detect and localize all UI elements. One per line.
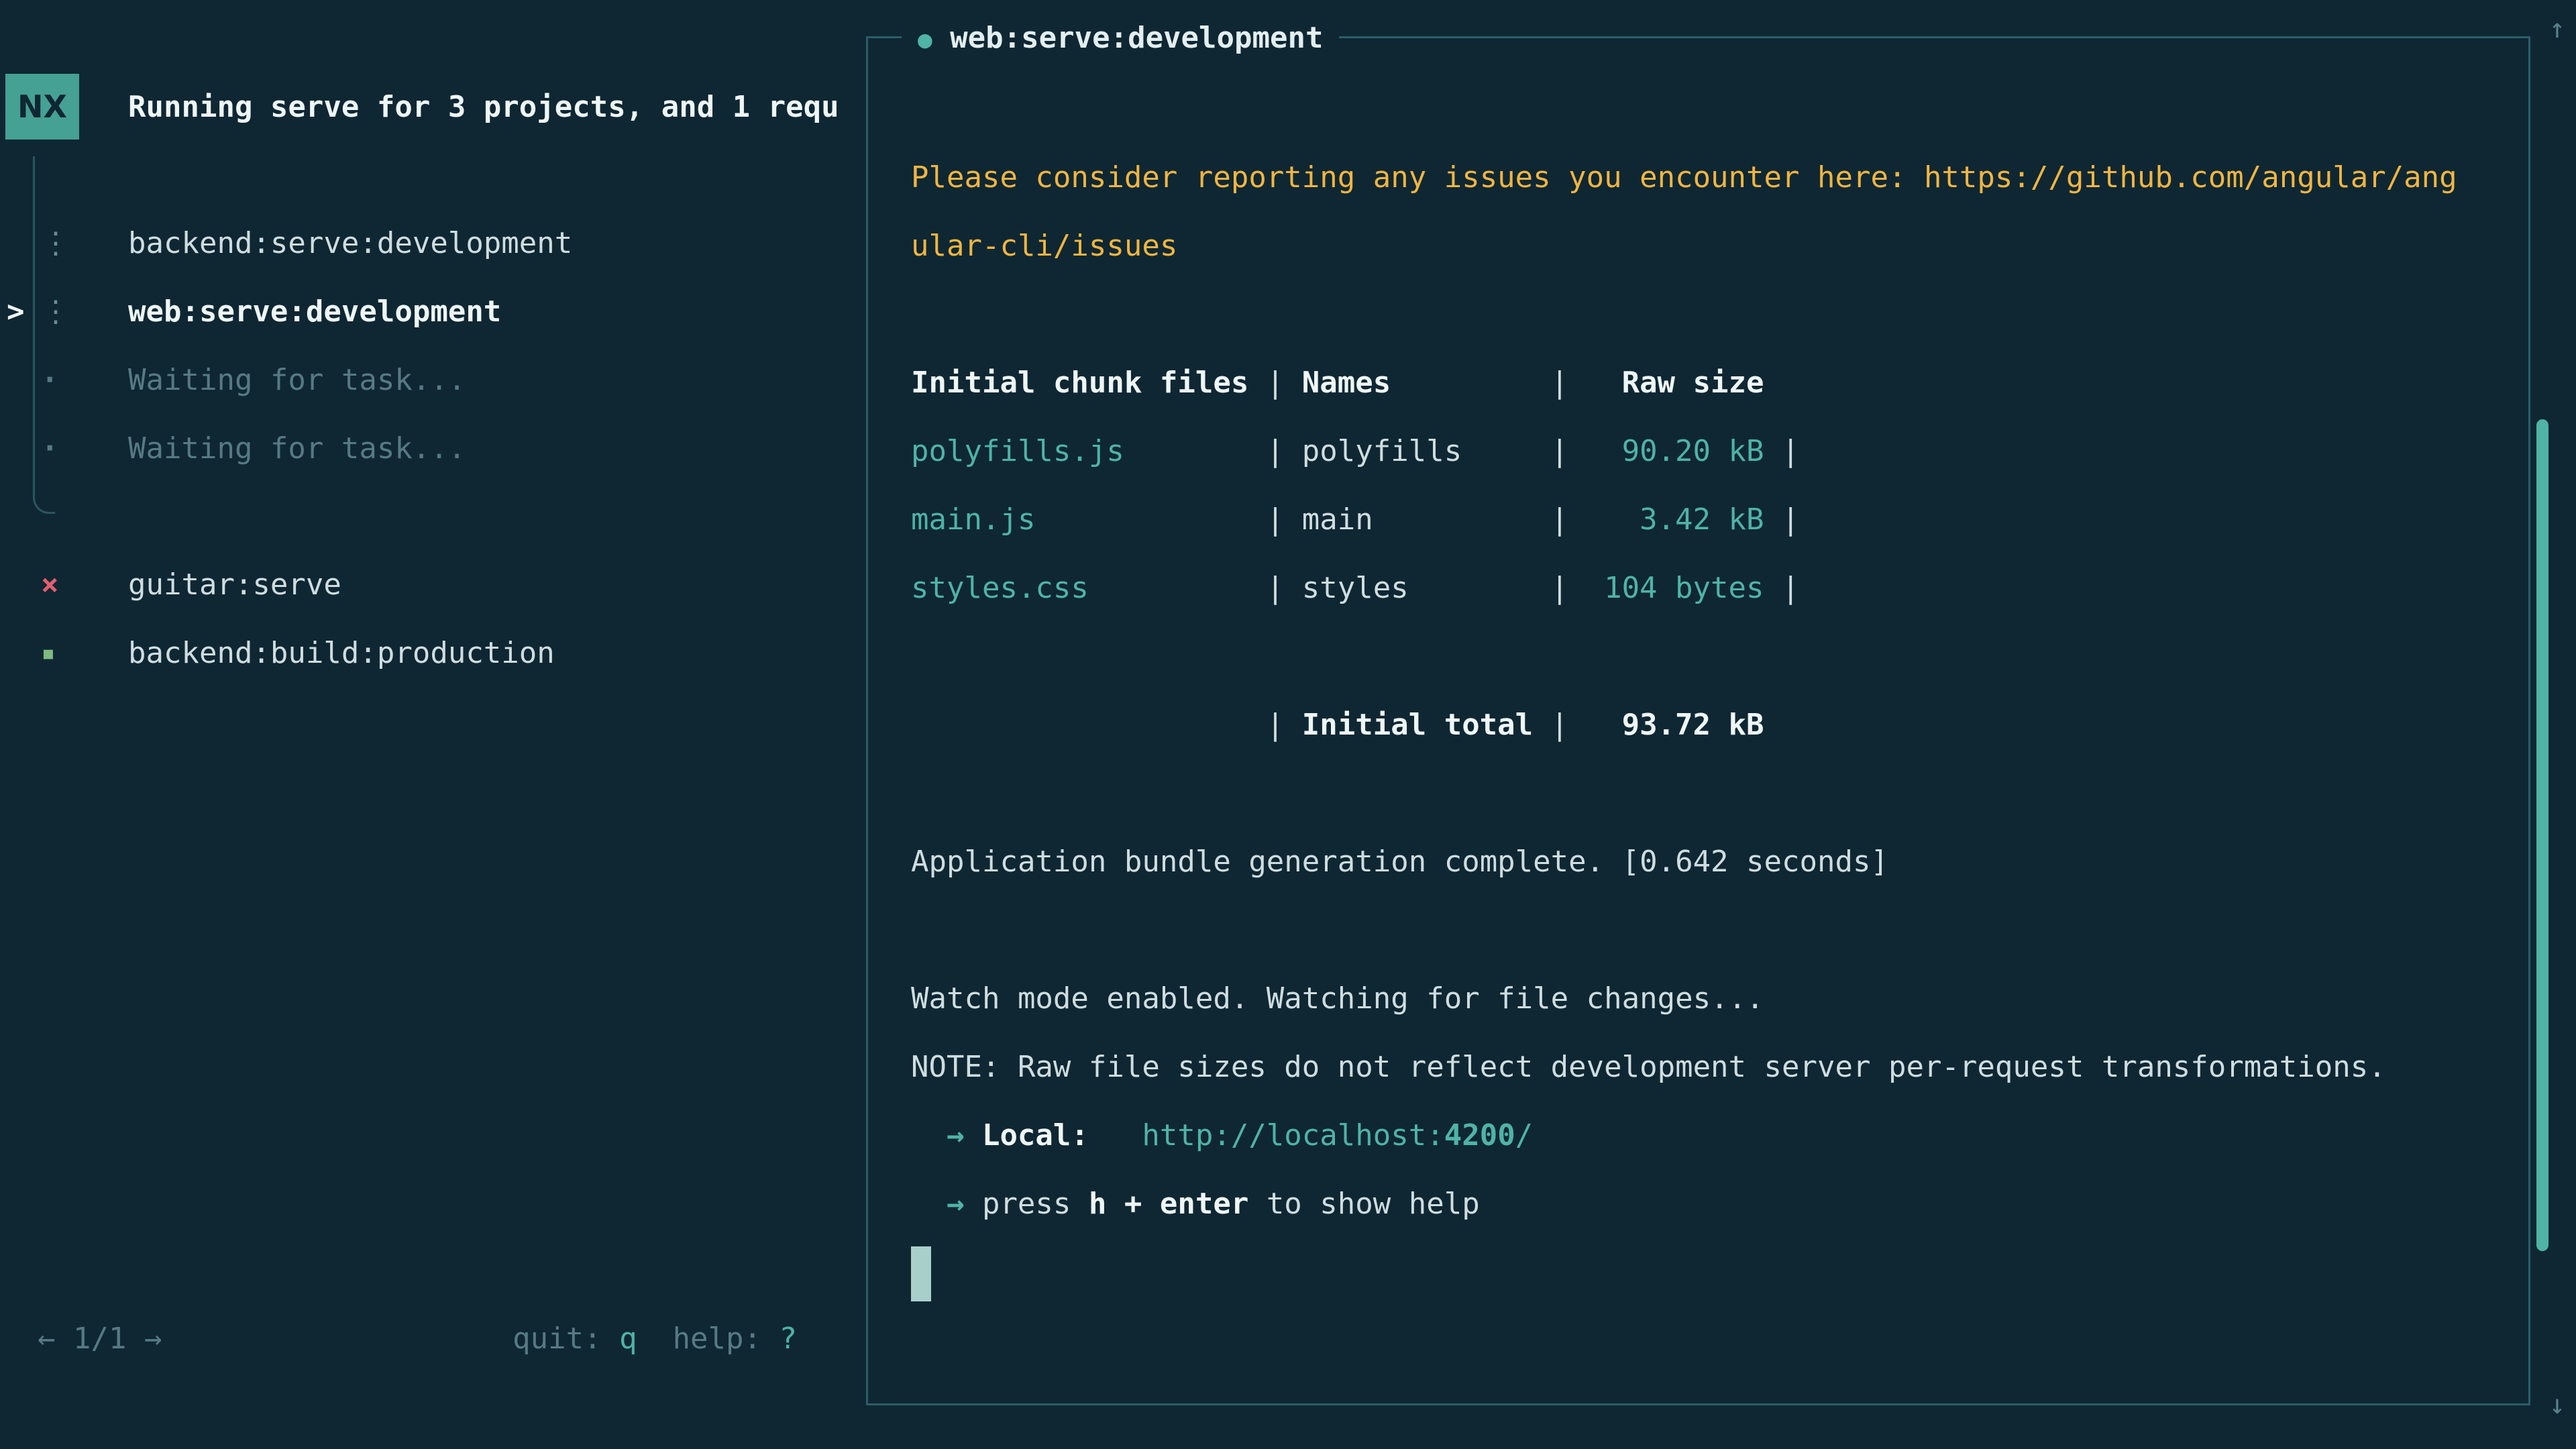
panel-title-text: web:serve:development bbox=[950, 21, 1323, 55]
arrow-right-icon: → bbox=[947, 1187, 965, 1221]
chunk-size: 90.20 kB bbox=[1587, 417, 1764, 486]
success-square-icon: ▪ bbox=[41, 619, 56, 688]
table-pipe: | bbox=[1248, 349, 1301, 417]
task-row-web-serve-development[interactable]: >⋮ web:serve:development bbox=[0, 278, 866, 346]
column-header-names: Names bbox=[1302, 349, 1533, 417]
chunk-name: polyfills bbox=[1302, 417, 1533, 486]
total-size: 93.72 kB bbox=[1587, 691, 1764, 759]
pending-dot-icon: · bbox=[41, 415, 59, 483]
issue-notice-line-1: Please consider reporting any issues you… bbox=[911, 144, 2504, 212]
task-label: Waiting for task... bbox=[128, 431, 466, 466]
url-port: 4200 bbox=[1444, 1118, 1515, 1152]
scrollbar-thumb[interactable] bbox=[2536, 419, 2548, 1251]
terminal-output: Please consider reporting any issues you… bbox=[911, 144, 2504, 1307]
issue-notice-line-2: ular-cli/issues bbox=[911, 212, 2504, 280]
table-row: polyfills.js|polyfills|90.20 kB| bbox=[911, 417, 2504, 486]
task-output-panel: ●web:serve:development Please consider r… bbox=[866, 36, 2530, 1405]
status-dot-icon: ● bbox=[918, 26, 932, 54]
table-pipe: | bbox=[1764, 554, 1800, 623]
task-row-backend-build-production[interactable]: ▪ backend:build:production bbox=[0, 619, 866, 688]
table-total-row: |Initial total|93.72 kB bbox=[911, 691, 2504, 759]
table-pipe: | bbox=[1533, 486, 1586, 554]
chunk-file: polyfills.js bbox=[911, 417, 1248, 486]
table-pipe: | bbox=[1248, 554, 1301, 623]
table-pipe: | bbox=[1533, 554, 1586, 623]
task-label: backend:build:production bbox=[128, 636, 555, 670]
keyboard-hints: quit: q help:? bbox=[0, 1305, 797, 1373]
url-suffix: / bbox=[1515, 1118, 1534, 1152]
table-row: styles.css|styles|104 bytes| bbox=[911, 554, 2504, 623]
chunk-size: 104 bytes bbox=[1587, 554, 1764, 623]
chunk-name: main bbox=[1302, 486, 1533, 554]
table-pipe: | bbox=[1764, 417, 1800, 486]
blank-line bbox=[911, 623, 2504, 691]
quit-key: q bbox=[619, 1322, 637, 1356]
task-row-waiting-1[interactable]: · Waiting for task... bbox=[0, 346, 866, 415]
column-header-raw-size: Raw size bbox=[1587, 349, 1764, 417]
scroll-down-icon[interactable]: ↓ bbox=[2549, 1371, 2565, 1439]
local-url-line: → Local: http://localhost:4200/ bbox=[911, 1102, 2504, 1170]
url-prefix: http://localhost: bbox=[1142, 1118, 1444, 1152]
task-list-finished: × guitar:serve ▪ backend:build:production bbox=[0, 551, 866, 688]
table-header-row: Initial chunk files|Names|Raw size bbox=[911, 349, 2504, 417]
table-pipe: | bbox=[1248, 417, 1301, 486]
sidebar: NX Running serve for 3 projects, and 1 r… bbox=[0, 0, 866, 1449]
column-header-file: Initial chunk files bbox=[911, 349, 1248, 417]
help-hint-line: → press h + enter to show help bbox=[911, 1170, 2504, 1238]
table-pipe: | bbox=[1248, 691, 1301, 759]
cursor-line bbox=[911, 1238, 2504, 1307]
task-row-waiting-2[interactable]: · Waiting for task... bbox=[0, 415, 866, 483]
local-label: Local: bbox=[982, 1118, 1089, 1152]
help-key: ? bbox=[780, 1322, 798, 1356]
task-label: web:serve:development bbox=[128, 294, 501, 329]
localhost-link[interactable]: http://localhost:4200/ bbox=[1142, 1118, 1533, 1152]
task-list-running: ⋮ backend:serve:development >⋮ web:serve:d… bbox=[0, 209, 866, 483]
scroll-up-icon[interactable]: ↑ bbox=[2549, 0, 2565, 63]
table-pipe: | bbox=[1764, 486, 1800, 554]
spinner-icon: ⋮ bbox=[41, 209, 70, 278]
failed-cross-icon: × bbox=[41, 551, 59, 619]
task-row-backend-serve-development[interactable]: ⋮ backend:serve:development bbox=[0, 209, 866, 278]
chunk-size: 3.42 kB bbox=[1587, 486, 1764, 554]
pending-dot-icon: · bbox=[41, 346, 59, 415]
task-label: backend:serve:development bbox=[128, 226, 572, 260]
task-label: guitar:serve bbox=[128, 568, 341, 602]
chunk-name: styles bbox=[1302, 554, 1533, 623]
table-pipe: | bbox=[1533, 349, 1586, 417]
arrow-right-icon: → bbox=[947, 1118, 965, 1152]
help-hint-post: to show help bbox=[1248, 1187, 1479, 1221]
note-line: NOTE: Raw file sizes do not reflect deve… bbox=[911, 1033, 2504, 1102]
table-pipe: | bbox=[1248, 486, 1301, 554]
total-label: Initial total bbox=[1302, 691, 1533, 759]
quit-label: quit: bbox=[513, 1322, 601, 1356]
help-hint-pre: press bbox=[982, 1187, 1089, 1221]
blank-line bbox=[911, 896, 2504, 965]
terminal-cursor bbox=[911, 1246, 931, 1301]
blank-line bbox=[911, 280, 2504, 349]
blank-line bbox=[911, 759, 2504, 828]
nx-logo: NX bbox=[5, 74, 79, 140]
sidebar-title: Running serve for 3 projects, and 1 requ bbox=[128, 73, 859, 142]
table-row: main.js|main|3.42 kB| bbox=[911, 486, 2504, 554]
panel-title: ● web:serve:development bbox=[902, 4, 1339, 72]
spinner-icon: ⋮ bbox=[41, 278, 70, 346]
bundle-complete-line: Application bundle generation complete. … bbox=[911, 828, 2504, 896]
task-row-guitar-serve[interactable]: × guitar:serve bbox=[0, 551, 866, 619]
chevron-right-icon: > bbox=[7, 278, 25, 346]
watch-mode-line: Watch mode enabled. Watching for file ch… bbox=[911, 965, 2504, 1033]
table-pipe: | bbox=[1533, 417, 1586, 486]
table-pipe: | bbox=[1533, 691, 1586, 759]
task-label: Waiting for task... bbox=[128, 363, 466, 397]
empty-cell bbox=[911, 691, 1248, 759]
help-label: help: bbox=[673, 1322, 761, 1356]
chunk-file: styles.css bbox=[911, 554, 1248, 623]
help-hint-key: h + enter bbox=[1089, 1187, 1248, 1221]
chunk-file: main.js bbox=[911, 486, 1248, 554]
